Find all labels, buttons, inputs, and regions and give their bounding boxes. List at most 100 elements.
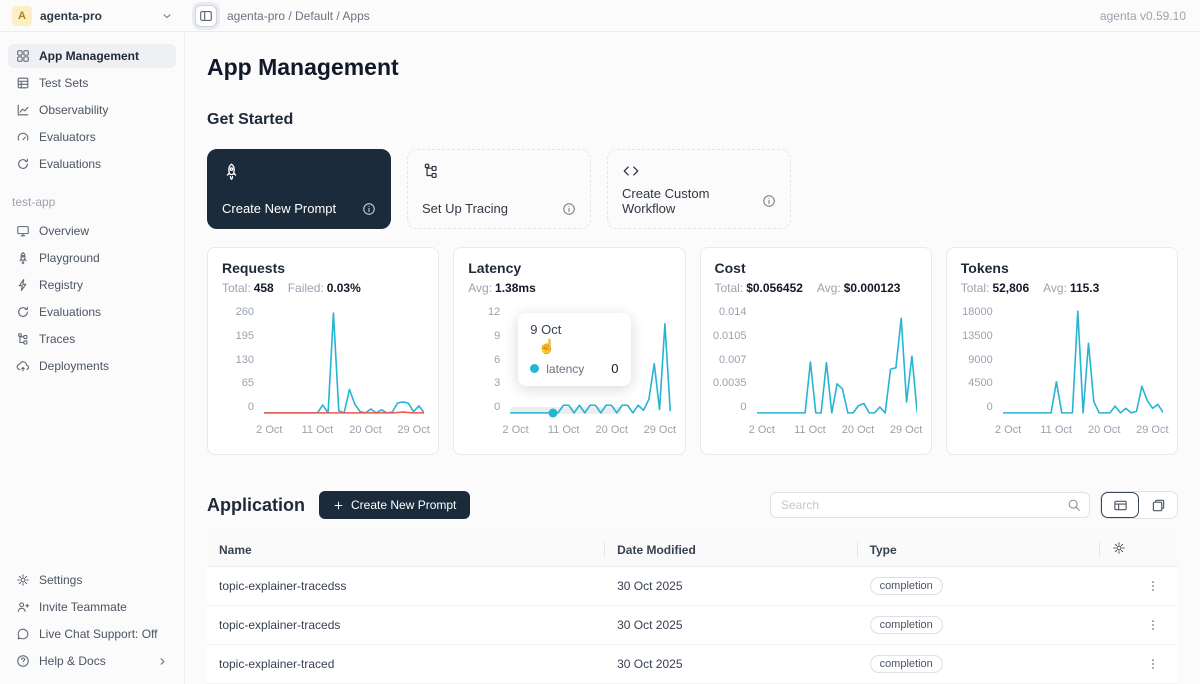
row-menu-button[interactable]	[1112, 657, 1166, 671]
sidebar-item-label: Live Chat Support: Off	[39, 627, 158, 641]
gear-icon	[1112, 541, 1126, 555]
set-up-tracing-card[interactable]: Set Up Tracing	[407, 149, 591, 229]
sidebar-item-label: Evaluations	[39, 305, 101, 319]
sidebar-item-invite-teammate[interactable]: Invite Teammate	[8, 595, 176, 619]
axis-tick: 130	[236, 355, 254, 366]
sidebar-item-playground[interactable]: Playground	[8, 246, 176, 270]
chevron-right-icon	[157, 656, 168, 667]
app-name[interactable]: topic-explainer-traceds	[207, 606, 605, 645]
chart-plot[interactable]	[264, 309, 424, 415]
column-header-type[interactable]: Type	[858, 533, 1101, 567]
search-input[interactable]	[771, 498, 1059, 512]
axis-tick: 3	[494, 378, 500, 389]
axis-tick: 65	[242, 378, 254, 389]
applications-table: Name Date Modified Type topic-explainer-…	[207, 533, 1178, 684]
axis-tick: 12	[488, 307, 500, 318]
sidebar-item-live-chat-support[interactable]: Live Chat Support: Off	[8, 622, 176, 646]
axis-tick: 260	[236, 307, 254, 318]
sidebar-item-observability[interactable]: Observability	[8, 98, 176, 122]
app-name[interactable]: topic-explainer-tracedss	[207, 567, 605, 606]
table-view-button[interactable]	[1101, 492, 1139, 518]
line-chart-icon	[16, 103, 30, 117]
row-menu-button[interactable]	[1112, 579, 1166, 593]
create-custom-workflow-card[interactable]: Create Custom Workflow	[607, 149, 791, 229]
stat-label: Total:	[222, 281, 251, 295]
axis-tick: 9000	[968, 355, 992, 366]
column-header-name[interactable]: Name	[207, 533, 605, 567]
info-icon[interactable]	[762, 194, 776, 208]
column-header-date-modified[interactable]: Date Modified	[605, 533, 857, 567]
tooltip-date: 9 Oct	[530, 322, 618, 337]
rocket-icon	[16, 251, 30, 265]
sidebar-item-label: Invite Teammate	[39, 600, 127, 614]
page-title: App Management	[207, 54, 1178, 81]
code-icon	[622, 162, 776, 180]
stat-value: 458	[254, 281, 274, 295]
sidebar-item-deployments[interactable]: Deployments	[8, 354, 176, 378]
sidebar-item-help-docs[interactable]: Help & Docs	[8, 649, 176, 673]
info-icon[interactable]	[362, 202, 376, 216]
row-menu-button[interactable]	[1112, 618, 1166, 632]
table-row[interactable]: topic-explainer-tracedss 30 Oct 2025 com…	[207, 567, 1178, 606]
create-new-prompt-card[interactable]: Create New Prompt	[207, 149, 391, 229]
chart-plot[interactable]	[757, 309, 917, 415]
chart-stats: Total:458 Failed:0.03%	[222, 281, 424, 295]
sidebar-item-app-evaluations[interactable]: Evaluations	[8, 300, 176, 324]
sidebar-item-evaluators[interactable]: Evaluators	[8, 125, 176, 149]
app-type-badge: completion	[870, 577, 943, 595]
search-button[interactable]	[1059, 493, 1089, 517]
chart-plot[interactable]	[1003, 309, 1163, 415]
table-row[interactable]: topic-explainer-traced 30 Oct 2025 compl…	[207, 645, 1178, 684]
sidebar-item-traces[interactable]: Traces	[8, 327, 176, 351]
axis-tick: 18000	[962, 307, 993, 318]
table-view-icon	[1113, 498, 1128, 513]
sidebar-item-label: Evaluators	[39, 130, 96, 144]
trace-tree-icon	[422, 162, 576, 180]
app-date-modified: 30 Oct 2025	[605, 567, 857, 606]
question-circle-icon	[16, 654, 30, 668]
sidebar-item-registry[interactable]: Registry	[8, 273, 176, 297]
table-list-icon	[16, 76, 30, 90]
workspace-selector[interactable]: A agenta-pro	[0, 6, 185, 26]
table-row[interactable]: topic-explainer-traceds 30 Oct 2025 comp…	[207, 606, 1178, 645]
sidebar-item-label: Evaluations	[39, 157, 101, 171]
x-axis: 2 Oct11 Oct20 Oct29 Oct	[264, 424, 424, 437]
x-axis: 2 Oct11 Oct20 Oct29 Oct	[1003, 424, 1163, 437]
stat-value: 115.3	[1070, 281, 1099, 295]
tokens-chart-card: Tokens Total:52,806 Avg:115.3 1800013500…	[946, 247, 1178, 455]
app-date-modified: 30 Oct 2025	[605, 606, 857, 645]
app-name[interactable]: topic-explainer-traced	[207, 645, 605, 684]
axis-tick: 0	[248, 402, 254, 413]
sidebar-item-app-management[interactable]: App Management	[8, 44, 176, 68]
series-color-dot	[530, 364, 539, 373]
axis-tick: 2 Oct	[749, 424, 775, 436]
axis-tick: 13500	[962, 331, 993, 342]
chevron-down-icon[interactable]	[161, 10, 173, 22]
info-icon[interactable]	[562, 202, 576, 216]
sidebar-collapse-button[interactable]	[195, 5, 217, 27]
chart-title: Latency	[468, 260, 670, 276]
axis-tick: 0.0105	[713, 331, 747, 342]
chart-plot[interactable]: 9 Oct ☝ latency 0	[510, 309, 670, 415]
sidebar-item-test-sets[interactable]: Test Sets	[8, 71, 176, 95]
axis-tick: 29 Oct	[1136, 424, 1168, 436]
card-view-button[interactable]	[1139, 492, 1177, 518]
stat-label: Failed:	[288, 281, 324, 295]
sidebar-item-label: Settings	[39, 573, 82, 587]
tooltip-series-name: latency	[546, 362, 584, 376]
app-type-badge: completion	[870, 655, 943, 673]
app-version: agenta v0.59.10	[1100, 9, 1200, 23]
chart-title: Cost	[715, 260, 917, 276]
view-toggle	[1100, 491, 1178, 519]
sidebar-item-settings[interactable]: Settings	[8, 568, 176, 592]
metrics-charts: Requests Total:458 Failed:0.03% 26019513…	[207, 247, 1178, 455]
button-label: Create New Prompt	[351, 498, 456, 512]
sidebar-item-evaluations[interactable]: Evaluations	[8, 152, 176, 176]
breadcrumb[interactable]: agenta-pro / Default / Apps	[227, 9, 370, 23]
axis-tick: 0.0035	[713, 378, 747, 389]
axis-tick: 29 Oct	[890, 424, 922, 436]
create-new-prompt-button[interactable]: Create New Prompt	[319, 491, 470, 519]
app-date-modified: 30 Oct 2025	[605, 645, 857, 684]
sidebar-item-overview[interactable]: Overview	[8, 219, 176, 243]
column-settings-header[interactable]	[1100, 533, 1178, 567]
